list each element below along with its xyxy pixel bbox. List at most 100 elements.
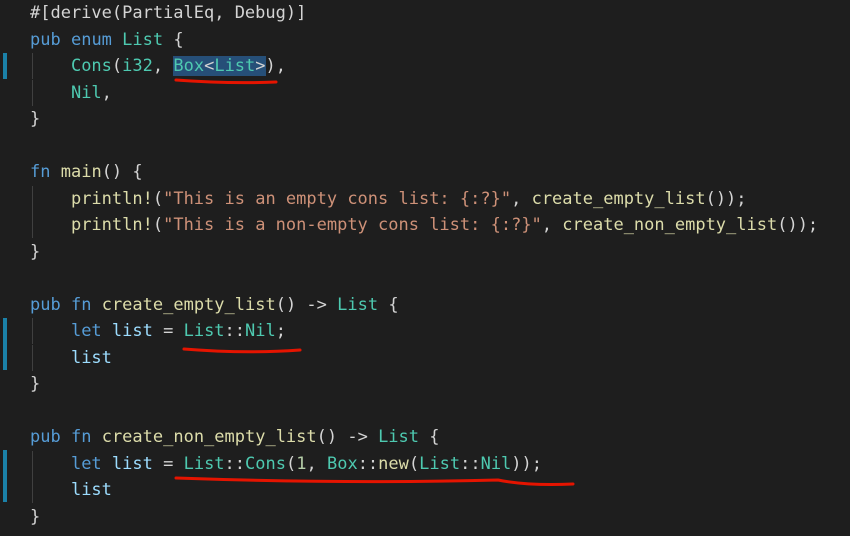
code-token: List <box>122 29 164 50</box>
code-token: "This is a non-empty cons list: {:?}" <box>163 215 542 235</box>
code-line[interactable]: pub enum List { <box>0 27 850 53</box>
red-underline-list-cons <box>174 476 575 486</box>
code-line[interactable]: pub fn create_non_empty_list() -> List { <box>0 424 850 450</box>
code-line[interactable]: fn main() { <box>0 159 850 185</box>
code-line[interactable]: } <box>0 371 850 397</box>
code-token: } <box>30 109 41 129</box>
code-token: create_non_empty_list <box>101 427 317 447</box>
code-token: fn <box>70 294 92 315</box>
code-token: , <box>511 188 532 209</box>
code-token: list <box>111 453 153 474</box>
code-token: enum <box>70 29 112 50</box>
code-token: ()); <box>705 188 747 209</box>
code-line[interactable]: pub fn create_empty_list() -> List { <box>0 292 850 318</box>
code-token: pub <box>30 427 61 447</box>
code-token: ( <box>152 188 164 209</box>
code-token: List <box>183 321 225 341</box>
code-text: list <box>30 477 112 503</box>
code-text: println!("This is a non-empty cons list:… <box>30 212 818 238</box>
code-token: () -> <box>275 294 338 315</box>
red-underline-list-nil <box>182 347 302 354</box>
code-text: pub enum List { <box>30 27 184 53</box>
gutter-change-marker <box>3 318 7 370</box>
code-token: create_empty_list <box>531 188 706 209</box>
code-token: Nil <box>245 321 276 341</box>
code-text: Nil, <box>30 80 112 106</box>
code-token: pub <box>30 294 61 315</box>
code-text: } <box>30 371 40 397</box>
code-token: ()); <box>777 215 819 235</box>
red-underline-box-list <box>174 78 278 85</box>
code-token: Nil <box>70 82 102 103</box>
code-text: } <box>30 504 40 530</box>
code-token: let <box>70 453 102 474</box>
code-text: } <box>30 239 40 265</box>
code-token: List <box>337 294 379 315</box>
code-token: println! <box>70 188 153 209</box>
gutter-change-marker <box>3 53 7 79</box>
code-line[interactable]: let list = List::Nil; <box>0 318 850 344</box>
code-token: = <box>152 321 184 341</box>
code-token: , <box>541 215 563 235</box>
code-line[interactable]: Nil, <box>0 79 850 106</box>
code-token: , <box>101 82 112 103</box>
code-text: fn main() { <box>30 159 143 185</box>
code-line[interactable] <box>0 133 850 159</box>
code-token: list <box>70 347 112 368</box>
code-line[interactable] <box>0 398 850 424</box>
code-text: } <box>30 106 40 132</box>
gutter-change-marker <box>3 450 7 502</box>
code-token: i32 <box>122 56 153 76</box>
code-token: () { <box>101 162 143 182</box>
code-token: fn <box>30 162 51 182</box>
code-token: fn <box>70 427 92 447</box>
code-line[interactable]: } <box>0 106 850 132</box>
code-line[interactable]: } <box>0 504 850 530</box>
code-token: println! <box>70 215 153 235</box>
code-token: create_empty_list <box>101 294 276 315</box>
code-token: list <box>70 480 112 500</box>
code-token: ; <box>275 321 286 341</box>
code-text: pub fn create_empty_list() -> List { <box>30 292 399 318</box>
code-token: pub <box>30 29 61 50</box>
code-line[interactable]: list <box>0 344 850 371</box>
code-line[interactable]: println!("This is a non-empty cons list:… <box>0 212 850 238</box>
code-token: list <box>111 321 153 341</box>
code-line[interactable]: println!("This is an empty cons list: {:… <box>0 185 850 212</box>
code-token: Cons <box>70 56 112 76</box>
code-token: { <box>163 29 184 50</box>
code-token: () -> <box>316 427 379 447</box>
code-token: } <box>30 374 41 394</box>
code-line[interactable]: Cons(i32, Box<List>), <box>0 53 850 79</box>
code-text: println!("This is an empty cons list: {:… <box>30 186 747 212</box>
code-token: main <box>60 162 102 182</box>
code-token: "This is an empty cons list: {:?}" <box>163 188 512 209</box>
code-token: { <box>419 427 440 447</box>
code-line[interactable]: #[derive(PartialEq, Debug)] <box>0 0 850 26</box>
code-token: } <box>30 241 41 262</box>
code-token: #[derive(PartialEq, Debug)] <box>30 3 307 23</box>
code-text: pub fn create_non_empty_list() -> List { <box>30 424 440 450</box>
code-token: ( <box>152 215 164 235</box>
code-token: :: <box>224 321 246 341</box>
code-editor[interactable]: #[derive(PartialEq, Debug)] pub enum List… <box>0 0 850 536</box>
code-line[interactable] <box>0 265 850 291</box>
code-line[interactable]: } <box>0 239 850 265</box>
